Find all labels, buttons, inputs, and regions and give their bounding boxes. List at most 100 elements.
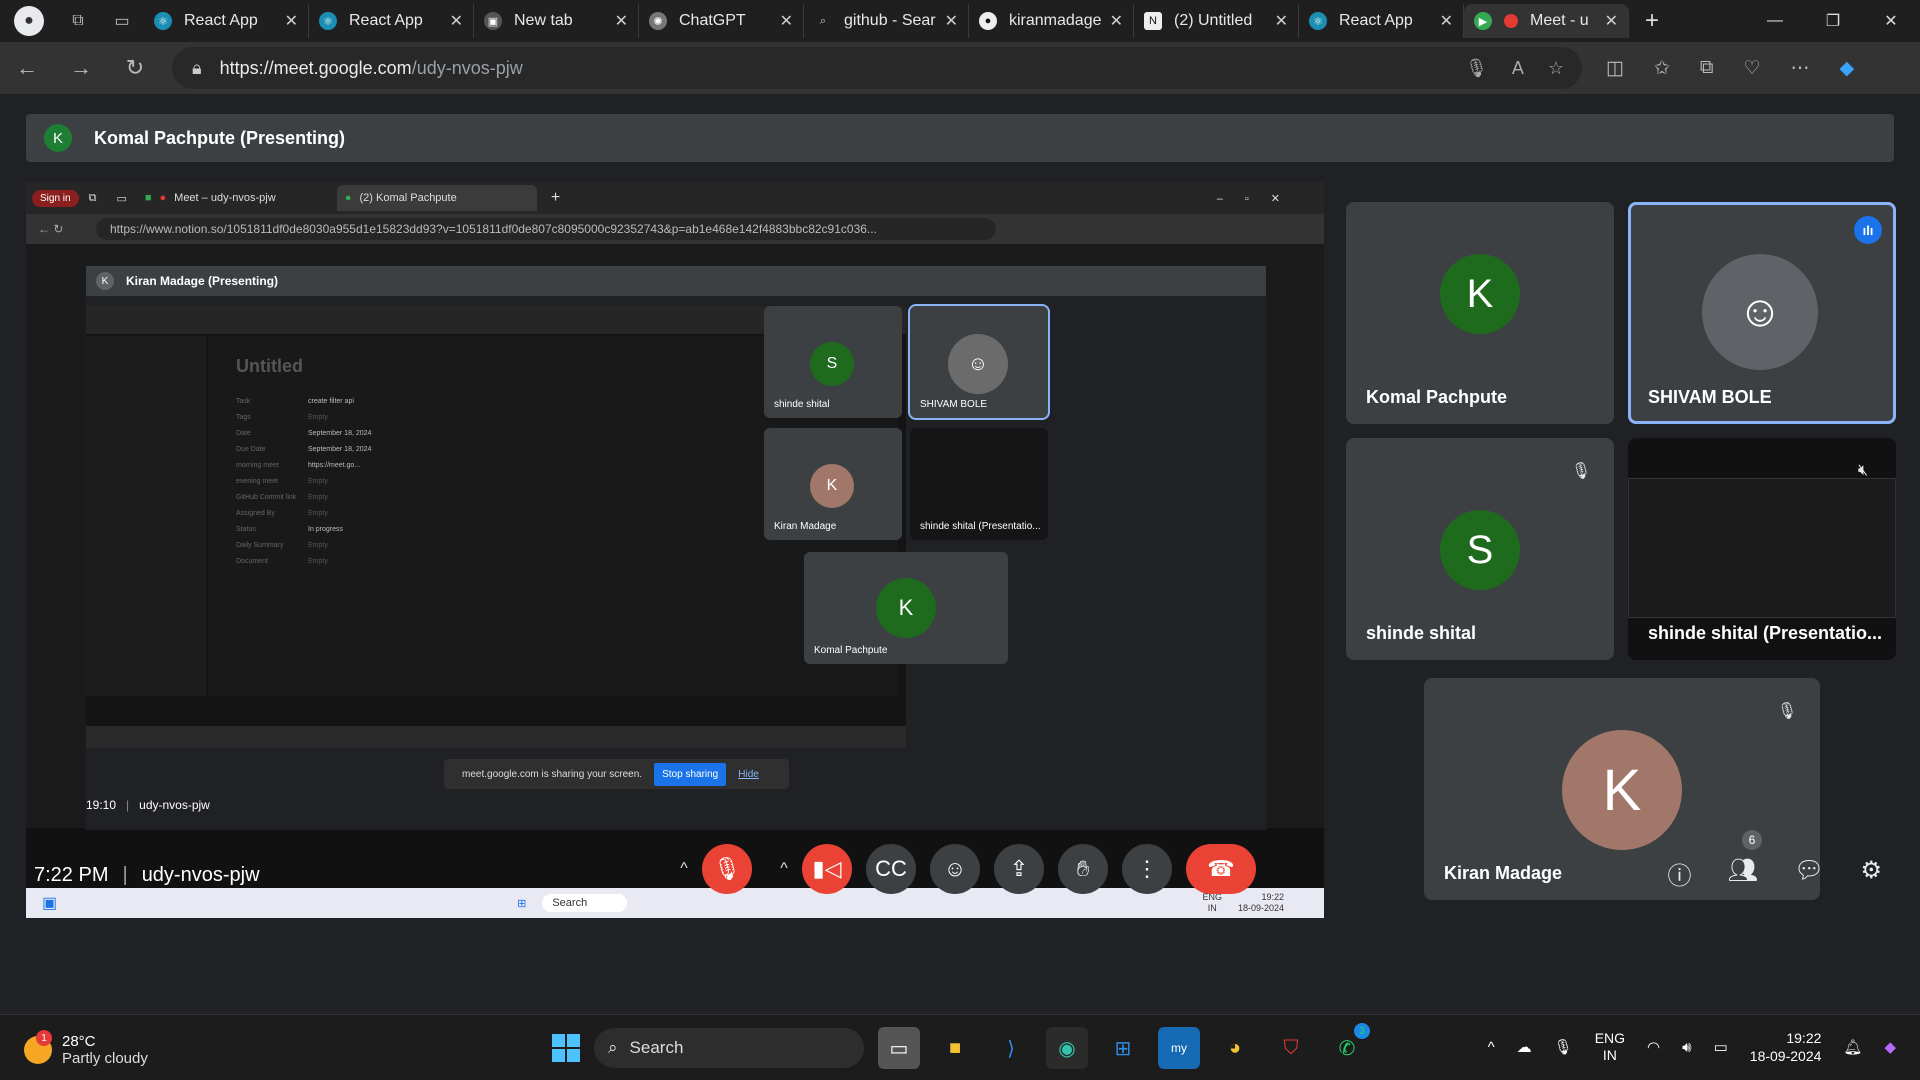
microphone-icon[interactable]: 🎙︎ xyxy=(1465,58,1488,79)
chrome-icon[interactable]: ◕ xyxy=(1214,1027,1256,1069)
new-tab-button[interactable]: + xyxy=(1629,7,1675,35)
language-indicator[interactable]: ENG IN xyxy=(1595,1030,1625,1064)
split-screen-icon[interactable]: ◫ xyxy=(1606,57,1624,80)
mysql-icon[interactable]: my xyxy=(1158,1027,1200,1069)
minimize-icon[interactable]: — xyxy=(1746,0,1804,42)
mcafee-icon[interactable]: ⛉ xyxy=(1270,1027,1312,1069)
mic-off-button[interactable]: 🎙︎ xyxy=(702,844,752,894)
notion-property-value: Empty xyxy=(308,494,328,501)
notion-property-label: Date xyxy=(236,430,251,437)
weather-icon: 1 xyxy=(24,1030,52,1064)
captions-button[interactable]: CC xyxy=(866,844,916,894)
wifi-icon[interactable]: ◠ xyxy=(1647,1038,1660,1056)
participant-tile[interactable]: K Komal Pachpute xyxy=(1346,202,1614,424)
close-icon[interactable]: ✕ xyxy=(1275,11,1288,31)
nested-tile: K Kiran Madage xyxy=(764,428,902,540)
notion-property-row: Task create filter api xyxy=(236,398,354,405)
browser-tab[interactable]: N (2) Untitled ✕ xyxy=(1134,4,1299,38)
browser-tab-active[interactable]: ▶ Meet - u ✕ xyxy=(1464,4,1629,38)
browser-tab[interactable]: ⚛ React App ✕ xyxy=(309,4,474,38)
weather-widget[interactable]: 1 28°C Partly cloudy xyxy=(24,1030,148,1067)
battery-icon[interactable]: ▭ xyxy=(1714,1038,1728,1056)
whatsapp-icon[interactable]: ✆ 3 xyxy=(1326,1023,1370,1069)
browser-tab[interactable]: ✺ ChatGPT ✕ xyxy=(639,4,804,38)
shared-tab: ■ ● Meet – udy-nvos-pjw xyxy=(144,192,276,204)
audio-options-chevron-icon[interactable]: ^ xyxy=(666,844,702,894)
collections-icon[interactable]: ⧉ xyxy=(1700,57,1714,80)
people-icon[interactable]: 👥︎ 6 xyxy=(1728,830,1763,891)
close-icon[interactable]: ✕ xyxy=(615,11,628,31)
edge-icon[interactable]: ◉ xyxy=(1046,1027,1088,1069)
onedrive-icon[interactable]: ☁︎ xyxy=(1517,1038,1532,1056)
clock[interactable]: 19:22 18-09-2024 xyxy=(1750,1029,1822,1065)
close-window-icon[interactable]: ✕ xyxy=(1862,0,1920,42)
back-icon[interactable]: ← xyxy=(0,55,54,81)
window-controls: — ❐ ✕ xyxy=(1746,0,1920,42)
favorite-star-icon[interactable]: ☆ xyxy=(1548,58,1564,79)
participant-tile[interactable]: S 🎙︎ shinde shital xyxy=(1346,438,1614,660)
chat-icon[interactable]: 💬︎ xyxy=(1794,856,1824,891)
activities-icon[interactable]: ⚙︎ xyxy=(1860,856,1882,891)
close-icon[interactable]: ✕ xyxy=(1440,11,1453,31)
shared-screen[interactable]: Sign in ⧉ ▭ ■ ● Meet – udy-nvos-pjw ● (2) K… xyxy=(26,182,1324,918)
nested-tile: S shinde shital xyxy=(764,306,902,418)
file-explorer-icon[interactable]: ■ xyxy=(934,1027,976,1069)
search-icon: ⌕ xyxy=(819,14,827,27)
browser-tab[interactable]: ⌕ github - Sear ✕ xyxy=(804,4,969,38)
refresh-icon[interactable]: ↻ xyxy=(108,55,162,81)
maximize-icon[interactable]: ❐ xyxy=(1804,0,1862,42)
nested-presenting-banner: K Kiran Madage (Presenting) xyxy=(86,266,1266,296)
participant-tile-presentation[interactable]: 🔇︎ shinde shital (Presentatio... xyxy=(1628,438,1896,660)
meet-icon: ■ xyxy=(144,192,152,204)
new-tab-icon: + xyxy=(550,189,561,206)
copilot-icon[interactable]: ◆ xyxy=(1840,57,1855,80)
notification-bell-icon[interactable]: 🔔︎ xyxy=(1843,1038,1862,1056)
more-options-button[interactable]: ⋮ xyxy=(1122,844,1172,894)
participant-tile-speaking[interactable]: ☺ ılı SHIVAM BOLE xyxy=(1628,202,1896,424)
camera-off-button[interactable]: ▮◁ xyxy=(802,844,852,894)
task-view-icon[interactable]: ▭ xyxy=(878,1027,920,1069)
present-button[interactable]: ⇪ xyxy=(994,844,1044,894)
browser-tab[interactable]: ▣ New tab ✕ xyxy=(474,4,639,38)
shared-page: K Kiran Madage (Presenting) Untitled Tas… xyxy=(26,244,1324,830)
browser-tab[interactable]: ⚛ React App ✕ xyxy=(144,4,309,38)
vscode-icon[interactable]: ⟩ xyxy=(990,1027,1032,1069)
browser-essentials-icon[interactable]: ♡ xyxy=(1743,57,1760,80)
meeting-details-icon[interactable]: ⓘ xyxy=(1668,856,1692,891)
more-menu-icon[interactable]: ⋯ xyxy=(1791,57,1810,80)
tab-actions-icon[interactable]: ▭ xyxy=(100,6,144,36)
notion-property-label: Status xyxy=(236,526,256,533)
show-hidden-icons-chevron-icon[interactable]: ^ xyxy=(1488,1039,1495,1056)
notion-property-value: September 18, 2024 xyxy=(308,430,372,437)
close-icon[interactable]: ✕ xyxy=(285,11,298,31)
url-input[interactable]: 🔒︎ https://meet.google.com/udy-nvos-pjw … xyxy=(172,47,1582,89)
raise-hand-button[interactable]: ✋︎ xyxy=(1058,844,1108,894)
workspaces-icon: ⧉ xyxy=(88,191,97,204)
browser-tab[interactable]: ⚛ React App ✕ xyxy=(1299,4,1464,38)
copilot-icon[interactable]: ◆ xyxy=(1884,1038,1896,1056)
close-icon[interactable]: ✕ xyxy=(1605,11,1618,31)
close-icon[interactable]: ✕ xyxy=(1110,11,1123,31)
forward-icon[interactable]: → xyxy=(54,55,108,81)
close-icon[interactable]: ✕ xyxy=(450,11,463,31)
emoji-button[interactable]: ☺ xyxy=(930,844,980,894)
avatar: K xyxy=(876,578,936,638)
taskbar-search[interactable]: ⌕ Search xyxy=(594,1028,864,1068)
favorites-icon[interactable]: ✩ xyxy=(1654,57,1670,80)
volume-icon[interactable]: 🔊︎ xyxy=(1682,1039,1691,1056)
chatgpt-icon: ✺ xyxy=(649,12,667,30)
store-icon[interactable]: ⊞ xyxy=(1102,1027,1144,1069)
leave-call-button[interactable]: ☎︎ xyxy=(1186,844,1256,894)
read-aloud-icon[interactable]: A xyxy=(1512,58,1524,79)
microphone-icon[interactable]: 🎙︎ xyxy=(1554,1038,1573,1056)
meet-controls: 7:22 PM | udy-nvos-pjw ^ 🎙︎ ^ ▮◁ CC ☺ ⇪ ✋︎… xyxy=(0,830,1920,920)
profile-icon[interactable]: ● xyxy=(14,6,44,36)
avatar: S xyxy=(1440,510,1520,590)
workspaces-icon[interactable]: ⧉ xyxy=(56,6,100,36)
close-icon[interactable]: ✕ xyxy=(780,11,793,31)
browser-tab[interactable]: ● kiranmadage ✕ xyxy=(969,4,1134,38)
video-options-chevron-icon[interactable]: ^ xyxy=(766,844,802,894)
start-icon[interactable] xyxy=(552,1034,580,1062)
notion-property-value: Empty xyxy=(308,414,328,421)
close-icon[interactable]: ✕ xyxy=(945,11,958,31)
